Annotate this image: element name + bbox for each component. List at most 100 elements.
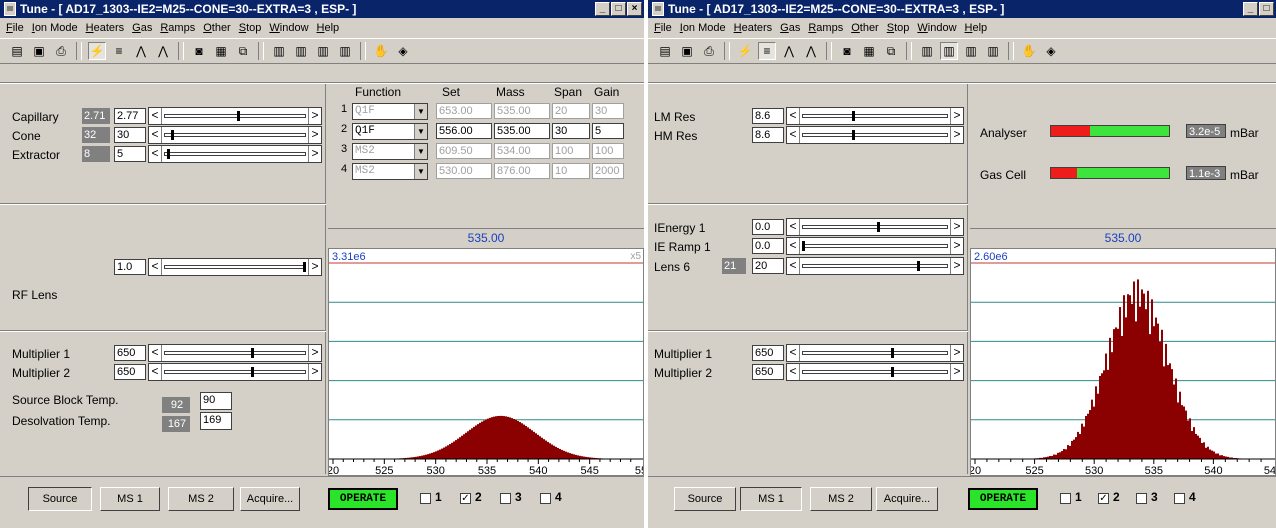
set-mass-input[interactable]: 530.00: [436, 163, 492, 179]
graph-icon[interactable]: ◙: [838, 42, 856, 60]
menu-other[interactable]: Other: [851, 20, 879, 36]
ienergy1-input[interactable]: 0.0: [752, 219, 784, 235]
multiplier2-slider[interactable]: < >: [148, 363, 322, 381]
chevron-down-icon[interactable]: ▼: [414, 144, 427, 159]
peak-icon[interactable]: ⋀: [132, 42, 150, 60]
operate-button[interactable]: OPERATE: [968, 488, 1038, 510]
hm-res-input[interactable]: 8.6: [752, 127, 784, 143]
operate-button[interactable]: OPERATE: [328, 488, 398, 510]
save-icon[interactable]: ▣: [678, 42, 696, 60]
acquire-button[interactable]: Acquire...: [876, 487, 938, 511]
function-3-checkbox[interactable]: [500, 493, 511, 504]
gain-input[interactable]: 5: [592, 123, 624, 139]
gas-on-icon[interactable]: ▥: [292, 42, 310, 60]
acquire-button[interactable]: Acquire...: [240, 487, 300, 511]
maximize-button[interactable]: □: [611, 2, 626, 16]
menu-window[interactable]: Window: [269, 20, 308, 36]
menu-stop[interactable]: Stop: [887, 20, 910, 36]
hm-res-slider[interactable]: < >: [786, 126, 964, 144]
ie-ramp1-input[interactable]: 0.0: [752, 238, 784, 254]
span-input[interactable]: 20: [552, 103, 590, 119]
capillary-slider[interactable]: < >: [148, 107, 322, 125]
menu-help[interactable]: Help: [317, 20, 340, 36]
function-2-checkbox[interactable]: ✓: [1098, 493, 1109, 504]
multiplier1-slider[interactable]: < >: [148, 344, 322, 362]
menu-other[interactable]: Other: [203, 20, 231, 36]
multiplier1-input[interactable]: 650: [114, 345, 146, 361]
ie-ramp1-slider[interactable]: < >: [786, 237, 964, 255]
table-icon[interactable]: ▦: [212, 42, 230, 60]
multiplier2-input[interactable]: 650: [114, 364, 146, 380]
pump-icon[interactable]: ▥: [984, 42, 1002, 60]
maximize-button[interactable]: □: [1259, 2, 1274, 16]
source-button[interactable]: Source: [674, 487, 736, 511]
list-icon[interactable]: ≡: [110, 42, 128, 60]
cone-input[interactable]: 30: [114, 127, 146, 143]
graph-icon[interactable]: ◙: [190, 42, 208, 60]
function-type-select[interactable]: Q1F ▼: [352, 123, 428, 140]
gas-off-icon[interactable]: ▥: [918, 42, 936, 60]
menu-heaters[interactable]: Heaters: [86, 20, 125, 36]
gas-on-icon[interactable]: ▥: [940, 42, 958, 60]
menu-file[interactable]: File: [6, 20, 24, 36]
span-input[interactable]: 10: [552, 163, 590, 179]
menu-ramps[interactable]: Ramps: [808, 20, 843, 36]
table-icon[interactable]: ▦: [860, 42, 878, 60]
source-tune-icon[interactable]: ⚡: [736, 42, 754, 60]
mass-input[interactable]: 876.00: [494, 163, 550, 179]
span-input[interactable]: 30: [552, 123, 590, 139]
print-icon[interactable]: ⎙: [52, 42, 70, 60]
print-icon[interactable]: ⎙: [700, 42, 718, 60]
chevron-down-icon[interactable]: ▼: [414, 164, 427, 179]
diagnostics-icon[interactable]: ◈: [394, 42, 412, 60]
mass-input[interactable]: 535.00: [494, 123, 550, 139]
vent-icon[interactable]: ▥: [962, 42, 980, 60]
menu-ion-mode[interactable]: Ion Mode: [680, 20, 726, 36]
set-mass-input[interactable]: 609.50: [436, 143, 492, 159]
function-type-select[interactable]: MS2 ▼: [352, 143, 428, 160]
function-2-checkbox[interactable]: ✓: [460, 493, 471, 504]
multiplier2-input[interactable]: 650: [752, 364, 784, 380]
hand-icon[interactable]: ✋: [1020, 42, 1038, 60]
function-4-checkbox[interactable]: [540, 493, 551, 504]
ms2-button[interactable]: MS 2: [168, 487, 234, 511]
ms2-button[interactable]: MS 2: [810, 487, 872, 511]
rf-lens-input[interactable]: 1.0: [114, 259, 146, 275]
menu-stop[interactable]: Stop: [239, 20, 262, 36]
set-mass-input[interactable]: 556.00: [436, 123, 492, 139]
open-icon[interactable]: ▤: [656, 42, 674, 60]
chevron-down-icon[interactable]: ▼: [414, 124, 427, 139]
title-bar[interactable]: Tune - [ AD17_1303--IE2=M25--CONE=30--EX…: [648, 0, 1276, 18]
pump-icon[interactable]: ▥: [336, 42, 354, 60]
close-button[interactable]: ×: [627, 2, 642, 16]
extractor-slider[interactable]: < >: [148, 145, 322, 163]
menu-gas[interactable]: Gas: [132, 20, 152, 36]
open-icon[interactable]: ▤: [8, 42, 26, 60]
ms1-button[interactable]: MS 1: [740, 487, 802, 511]
gain-input[interactable]: 30: [592, 103, 624, 119]
lens6-slider[interactable]: < >: [786, 257, 964, 275]
lm-res-input[interactable]: 8.6: [752, 108, 784, 124]
menu-file[interactable]: File: [654, 20, 672, 36]
save-icon[interactable]: ▣: [30, 42, 48, 60]
source-block-input[interactable]: 90: [200, 392, 232, 410]
function-1-checkbox[interactable]: [420, 493, 431, 504]
lens6-input[interactable]: 20: [752, 258, 784, 274]
function-type-select[interactable]: Q1F ▼: [352, 103, 428, 120]
lm-res-slider[interactable]: < >: [786, 107, 964, 125]
span-input[interactable]: 100: [552, 143, 590, 159]
mass-input[interactable]: 534.00: [494, 143, 550, 159]
multiplier1-slider[interactable]: < >: [786, 344, 964, 362]
function-4-checkbox[interactable]: [1174, 493, 1185, 504]
peak-icon[interactable]: ⋀: [780, 42, 798, 60]
list-icon[interactable]: ≡: [758, 42, 776, 60]
ienergy1-slider[interactable]: < >: [786, 218, 964, 236]
copy-icon[interactable]: ⧉: [234, 42, 252, 60]
function-type-select[interactable]: MS2 ▼: [352, 163, 428, 180]
multiplier1-input[interactable]: 650: [752, 345, 784, 361]
spectrum-plot[interactable]: 20 525 530 535 540 545 2.60e6: [970, 248, 1276, 476]
menu-gas[interactable]: Gas: [780, 20, 800, 36]
capillary-input[interactable]: 2.77: [114, 108, 146, 124]
menu-ion-mode[interactable]: Ion Mode: [32, 20, 78, 36]
mass-input[interactable]: 535.00: [494, 103, 550, 119]
